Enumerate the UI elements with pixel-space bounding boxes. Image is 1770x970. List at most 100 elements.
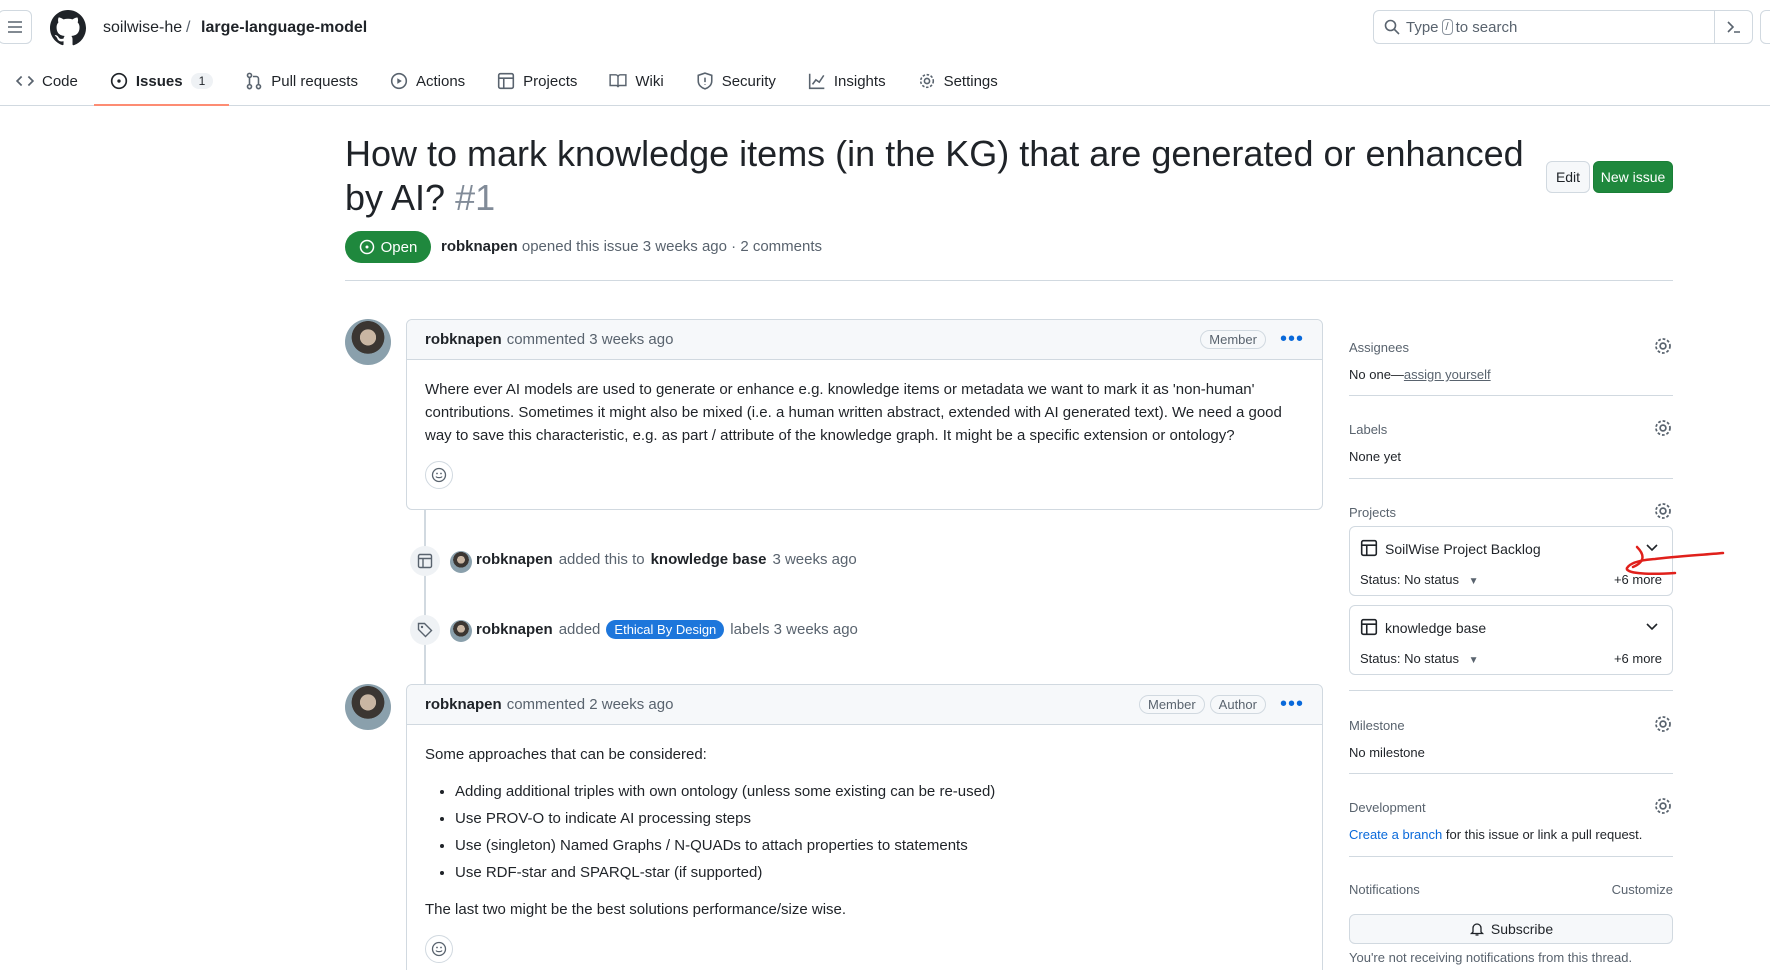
github-logo-icon[interactable] <box>50 10 86 46</box>
issues-count: 1 <box>190 73 214 89</box>
project-more-link[interactable]: +6 more <box>1614 651 1662 666</box>
add-reaction-button[interactable] <box>425 461 453 489</box>
label-ethical-by-design[interactable]: Ethical By Design <box>606 620 725 639</box>
gear-icon[interactable] <box>1653 336 1673 356</box>
project-name[interactable]: knowledge base <box>1385 620 1486 636</box>
assignees-none: No one— <box>1349 367 1404 382</box>
search-suffix: to search <box>1455 18 1518 36</box>
comment-timestamp[interactable]: commented 3 weeks ago <box>507 331 674 348</box>
event-suffix: labels 3 weeks ago <box>730 621 858 638</box>
sidebar-divider <box>1349 773 1673 774</box>
projects-title: Projects <box>1349 505 1396 520</box>
customize-link[interactable]: Customize <box>1612 882 1673 897</box>
sidebar-assignees: Assignees No one—assign yourself <box>1349 338 1673 382</box>
edit-button[interactable]: Edit <box>1546 161 1590 193</box>
create-branch-link[interactable]: Create a branch <box>1349 827 1442 842</box>
table-icon <box>417 553 433 569</box>
comment-options-icon[interactable]: ••• <box>1280 328 1304 351</box>
avatar[interactable] <box>450 551 472 573</box>
comment-author[interactable]: robknapen <box>425 696 502 713</box>
add-reaction-button[interactable] <box>425 935 453 963</box>
project-event: robknapen added this to knowledge base 3… <box>476 551 857 568</box>
comment-text: Where ever AI models are used to generat… <box>425 381 1282 444</box>
table-icon <box>1360 539 1378 557</box>
new-issue-button[interactable]: New issue <box>1593 161 1673 193</box>
issue-number: #1 <box>455 177 496 218</box>
author-badge: Author <box>1209 695 1266 714</box>
sidebar-projects: Projects <box>1349 503 1673 520</box>
issue-state-badge: Open <box>345 231 431 263</box>
event-author[interactable]: robknapen <box>476 621 553 638</box>
breadcrumb-owner[interactable]: soilwise-he <box>103 19 182 37</box>
comment-options-icon[interactable]: ••• <box>1280 693 1304 716</box>
event-author[interactable]: robknapen <box>476 551 553 568</box>
tab-security-label: Security <box>721 72 776 90</box>
tab-projects[interactable]: Projects <box>481 64 593 98</box>
event-action: added this to <box>558 551 645 568</box>
tab-code-label: Code <box>42 72 78 90</box>
project-status[interactable]: Status: No status ▼ <box>1360 651 1479 666</box>
comment-timestamp[interactable]: commented 2 weeks ago <box>507 696 674 713</box>
search-icon <box>1384 19 1400 35</box>
label-event-icon <box>410 615 440 645</box>
avatar[interactable] <box>345 319 391 365</box>
tab-actions[interactable]: Actions <box>374 64 481 98</box>
tab-security[interactable]: Security <box>680 64 792 98</box>
shield-icon <box>697 72 713 90</box>
assign-yourself-link[interactable]: assign yourself <box>1404 367 1491 382</box>
copilot-button[interactable] <box>1760 10 1770 44</box>
comment-author[interactable]: robknapen <box>425 331 502 348</box>
search-input[interactable]: Type / to search <box>1373 10 1753 44</box>
breadcrumb-repo[interactable]: large-language-model <box>201 19 367 37</box>
project-event-icon <box>410 546 440 576</box>
subscribe-button[interactable]: Subscribe <box>1349 914 1673 944</box>
assignees-title: Assignees <box>1349 340 1409 355</box>
project-status-text: Status: No status <box>1360 651 1459 666</box>
search-prefix: Type <box>1406 18 1439 36</box>
gear-icon[interactable] <box>1653 501 1673 521</box>
graph-icon <box>808 73 825 90</box>
hamburger-icon <box>8 21 22 33</box>
tab-settings[interactable]: Settings <box>902 64 1014 98</box>
gear-icon[interactable] <box>1653 714 1673 734</box>
code-icon <box>16 75 34 87</box>
labels-value: None yet <box>1349 449 1402 464</box>
avatar[interactable] <box>345 684 391 730</box>
issue-title-text: How to mark knowledge items (in the KG) … <box>345 133 1524 218</box>
event-time[interactable]: 3 weeks ago <box>772 551 856 568</box>
tab-wiki[interactable]: Wiki <box>593 64 679 98</box>
gear-icon[interactable] <box>1653 796 1673 816</box>
subscribe-label: Subscribe <box>1490 921 1554 937</box>
project-name[interactable]: SoilWise Project Backlog <box>1385 541 1541 557</box>
tab-actions-label: Actions <box>415 72 466 90</box>
comment-header: robknapen commented 3 weeks ago Member •… <box>407 320 1322 360</box>
sidebar-divider <box>1349 856 1673 857</box>
project-status[interactable]: Status: No status ▼ <box>1360 572 1479 587</box>
issue-meta: robknapen opened this issue 3 weeks ago … <box>441 238 822 255</box>
tab-code[interactable]: Code <box>0 64 94 98</box>
tab-pull-requests[interactable]: Pull requests <box>229 64 374 98</box>
gear-icon[interactable] <box>1653 418 1673 438</box>
issue-author-link[interactable]: robknapen <box>441 238 518 255</box>
command-palette-button[interactable] <box>1714 11 1752 43</box>
terminal-icon <box>1726 21 1740 33</box>
bell-icon <box>1469 923 1484 936</box>
sidebar-divider <box>1349 395 1673 396</box>
comment-body: Where ever AI models are used to generat… <box>407 360 1322 503</box>
menu-button[interactable] <box>0 10 32 44</box>
event-project-link[interactable]: knowledge base <box>651 551 767 568</box>
label-event: robknapen added Ethical By Design labels… <box>476 620 858 639</box>
labels-title: Labels <box>1349 422 1388 437</box>
list-item: Use RDF-star and SPARQL-star (if support… <box>455 861 1304 884</box>
project-status-text: Status: No status <box>1360 572 1459 587</box>
tab-issues[interactable]: Issues 1 <box>93 64 230 106</box>
tab-projects-label: Projects <box>523 72 578 90</box>
comment-intro: Some approaches that can be considered: <box>425 746 707 763</box>
chevron-down-icon[interactable] <box>1644 618 1660 634</box>
tag-icon <box>417 622 433 638</box>
project-card[interactable]: knowledge base Status: No status ▼ +6 mo… <box>1349 605 1673 675</box>
caret-down-icon: ▼ <box>1468 576 1479 587</box>
tab-insights[interactable]: Insights <box>792 64 902 98</box>
comment-2: robknapen commented 2 weeks ago Member A… <box>406 684 1323 970</box>
avatar[interactable] <box>450 620 472 642</box>
